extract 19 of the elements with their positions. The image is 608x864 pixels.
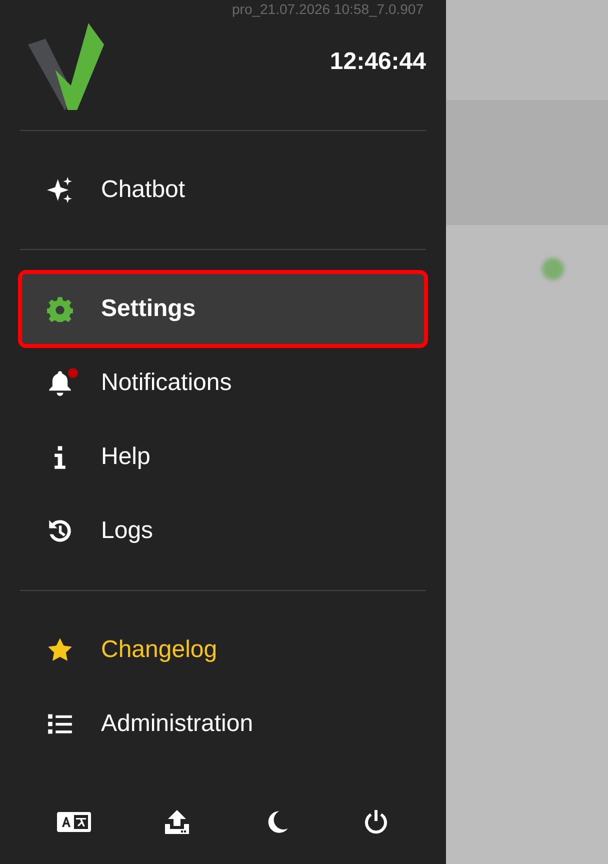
gear-icon [47, 296, 73, 322]
bell-icon [47, 370, 73, 396]
menu-item[interactable]: Help [20, 420, 426, 494]
menu-item[interactable]: Logs [20, 494, 426, 568]
upload-icon[interactable] [164, 808, 190, 835]
menu-item[interactable]: Notifications [20, 346, 426, 420]
menu-item[interactable]: Chatbot [20, 153, 426, 228]
sparkles-icon [47, 177, 73, 204]
history-icon [47, 518, 73, 544]
power-icon[interactable] [363, 808, 390, 835]
version-label: pro_21.07.2026 10:58_7.0.907 [232, 1, 424, 17]
translate-icon[interactable] [56, 812, 91, 832]
menu-item[interactable]: Changelog [20, 613, 426, 688]
clock-time: 12:46:44 [330, 48, 426, 76]
status-dot-icon [542, 258, 564, 280]
menu-item[interactable]: Settings [20, 272, 426, 346]
star-icon [47, 637, 73, 664]
logo-icon [28, 22, 106, 110]
menu-item[interactable]: Administration [20, 687, 426, 762]
